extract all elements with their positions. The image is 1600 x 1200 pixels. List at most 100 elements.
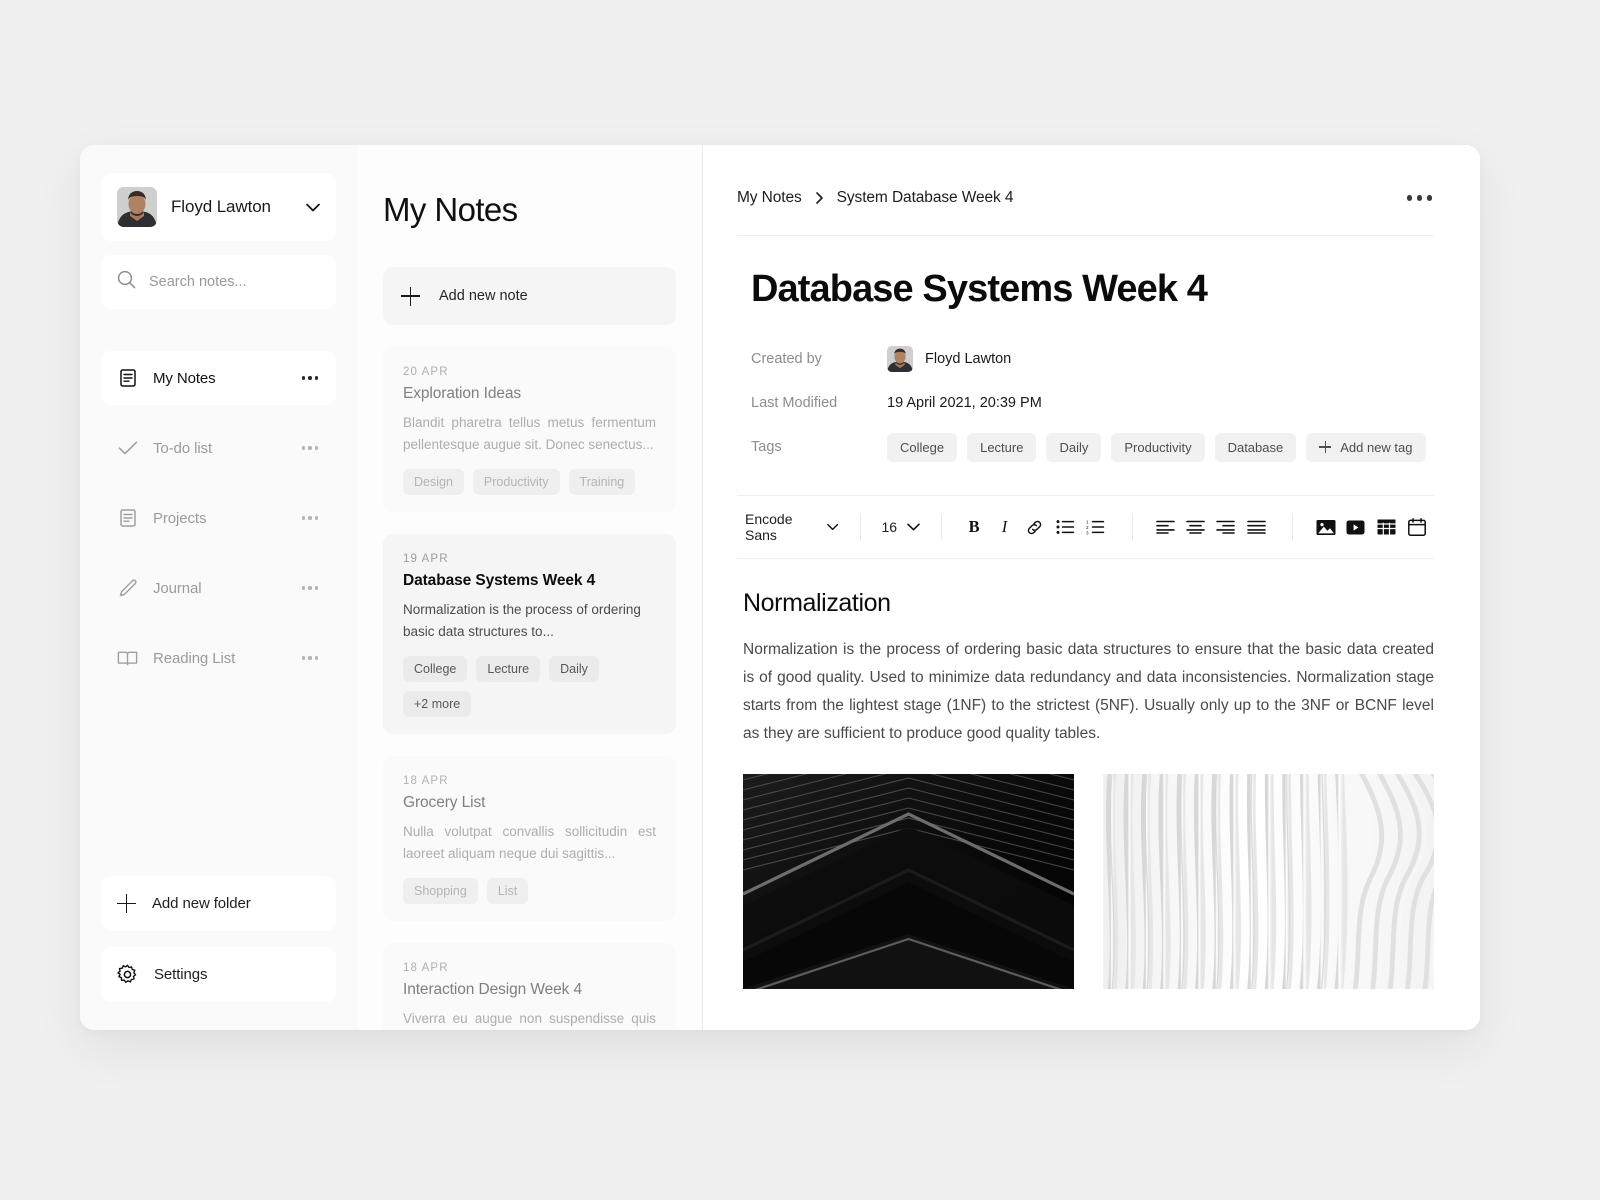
document-tag[interactable]: Productivity (1111, 432, 1205, 462)
note-list-item[interactable]: 20 APR Exploration Ideas Blandit pharetr… (383, 347, 676, 512)
sidebar-item-projects[interactable]: Projects (101, 491, 336, 545)
font-size-value: 16 (881, 519, 898, 535)
document-metadata: Created by Floyd Lawton Last Modified 19… (751, 337, 1434, 469)
avatar (887, 346, 913, 372)
sidebar-item-label: To-do list (153, 439, 213, 457)
note-tag[interactable]: Daily (549, 656, 599, 682)
table-icon[interactable] (1373, 512, 1399, 542)
note-title: Interaction Design Week 4 (403, 981, 583, 998)
document-icon (117, 508, 138, 529)
sidebar-item-journal[interactable]: Journal (101, 561, 336, 615)
document-title: Database Systems Week 4 (751, 268, 1208, 310)
editor-toolbar: Encode Sans 16 B I 123 (737, 496, 1434, 558)
note-tag-more[interactable]: +2 more (403, 691, 472, 717)
section-heading: Normalization (743, 589, 891, 617)
toolbar-divider (1131, 514, 1133, 540)
sidebar-item-menu[interactable] (300, 442, 321, 454)
add-new-tag-button[interactable]: Add new tag (1306, 432, 1426, 462)
settings-button[interactable]: Settings (101, 947, 336, 1002)
sidebar-item-label: Reading List (153, 649, 236, 667)
toolbar-divider (859, 514, 861, 540)
svg-text:2: 2 (1086, 525, 1089, 530)
bold-button[interactable]: B (961, 512, 987, 542)
last-modified-label: Last Modified (751, 395, 838, 411)
document-tag[interactable]: Database (1214, 432, 1297, 462)
bulleted-list-icon[interactable] (1052, 512, 1078, 542)
link-icon[interactable] (1022, 512, 1048, 542)
align-center-icon[interactable] (1182, 512, 1208, 542)
white-ribbed-architecture-image (1103, 774, 1434, 989)
svg-text:3: 3 (1086, 530, 1089, 535)
align-left-icon[interactable] (1152, 512, 1178, 542)
sidebar-nav: My Notes To-do list Projects Journal Rea… (101, 351, 336, 701)
note-tag[interactable]: College (403, 656, 468, 682)
breadcrumb-current[interactable]: System Database Week 4 (837, 189, 1014, 207)
search-input[interactable] (149, 274, 320, 290)
font-family-value: Encode Sans (745, 511, 793, 543)
pencil-icon (117, 578, 138, 599)
book-icon (117, 648, 138, 669)
profile-switcher[interactable]: Floyd Lawton (101, 173, 336, 241)
align-right-icon[interactable] (1213, 512, 1239, 542)
sidebar-item-label: My Notes (153, 369, 216, 387)
note-date: 20 APR (403, 366, 449, 378)
add-new-note-button[interactable]: Add new note (383, 267, 676, 325)
note-tag[interactable]: Design (403, 469, 464, 495)
document-tag[interactable]: Lecture (967, 432, 1037, 462)
note-list-item[interactable]: 18 APR Grocery List Nulla volutpat conva… (383, 756, 676, 921)
sidebar-item-my-notes[interactable]: My Notes (101, 351, 336, 405)
sidebar-item-label: Journal (153, 579, 202, 597)
note-title: Exploration Ideas (403, 385, 522, 402)
kebab-menu-icon[interactable] (1405, 189, 1435, 207)
note-excerpt: Normalization is the process of ordering… (403, 602, 641, 639)
sidebar-item-menu[interactable] (300, 372, 321, 384)
chevron-down-icon[interactable] (306, 203, 320, 212)
sidebar-item-menu[interactable] (300, 582, 321, 594)
numbered-list-icon[interactable]: 123 (1083, 512, 1109, 542)
plus-icon (117, 894, 136, 913)
add-new-note-label: Add new note (439, 288, 528, 304)
note-tag[interactable]: Productivity (472, 469, 560, 495)
font-size-select[interactable]: 16 (879, 519, 922, 535)
align-justify-icon[interactable] (1243, 512, 1269, 542)
calendar-icon[interactable] (1404, 512, 1430, 542)
sidebar-item-reading-list[interactable]: Reading List (101, 631, 336, 685)
toolbar-divider (1292, 514, 1294, 540)
italic-button[interactable]: I (991, 512, 1017, 542)
note-tag[interactable]: Training (568, 469, 636, 495)
document-tag[interactable]: Daily (1046, 432, 1102, 462)
sidebar-item-menu[interactable] (300, 512, 321, 524)
chevron-right-icon (815, 192, 823, 204)
font-family-select[interactable]: Encode Sans (743, 511, 841, 543)
note-excerpt: Nulla volutpat convallis sollicitudin es… (403, 824, 656, 861)
note-tag[interactable]: List (486, 878, 529, 904)
avatar (117, 187, 157, 227)
sidebar-item-to-do-list[interactable]: To-do list (101, 421, 336, 475)
divider (737, 235, 1434, 236)
image-gallery (743, 774, 1434, 989)
section-paragraph: Normalization is the process of ordering… (743, 641, 1434, 742)
note-tag[interactable]: Shopping (403, 878, 478, 904)
settings-label: Settings (154, 966, 208, 983)
note-excerpt: Viverra eu augue non suspendisse quis qu… (403, 1011, 656, 1026)
sidebar-item-menu[interactable] (300, 652, 321, 664)
add-new-folder-button[interactable]: Add new folder (101, 876, 336, 931)
breadcrumb-root[interactable]: My Notes (737, 189, 802, 207)
image-icon[interactable] (1312, 512, 1338, 542)
document-tag[interactable]: College (887, 432, 958, 462)
search-icon (117, 270, 136, 294)
note-list-item[interactable]: 19 APR Database Systems Week 4 Normaliza… (383, 534, 676, 734)
note-tag[interactable]: Lecture (476, 656, 541, 682)
note-tags: Shopping List (403, 878, 656, 904)
created-by-row: Created by Floyd Lawton (751, 337, 1434, 381)
last-modified-row: Last Modified 19 April 2021, 20:39 PM (751, 381, 1434, 425)
app-window: Floyd Lawton My Notes (80, 145, 1480, 1030)
note-tags: College Lecture Daily +2 more (403, 656, 656, 717)
video-icon[interactable] (1343, 512, 1369, 542)
tags-label: Tags (751, 439, 782, 455)
sidebar-item-label: Projects (153, 509, 207, 527)
gear-icon (117, 964, 138, 985)
note-list-item[interactable]: 18 APR Interaction Design Week 4 Viverra… (383, 943, 676, 1030)
tags-container: College Lecture Daily Productivity Datab… (887, 432, 1426, 462)
search-box[interactable] (101, 255, 336, 309)
